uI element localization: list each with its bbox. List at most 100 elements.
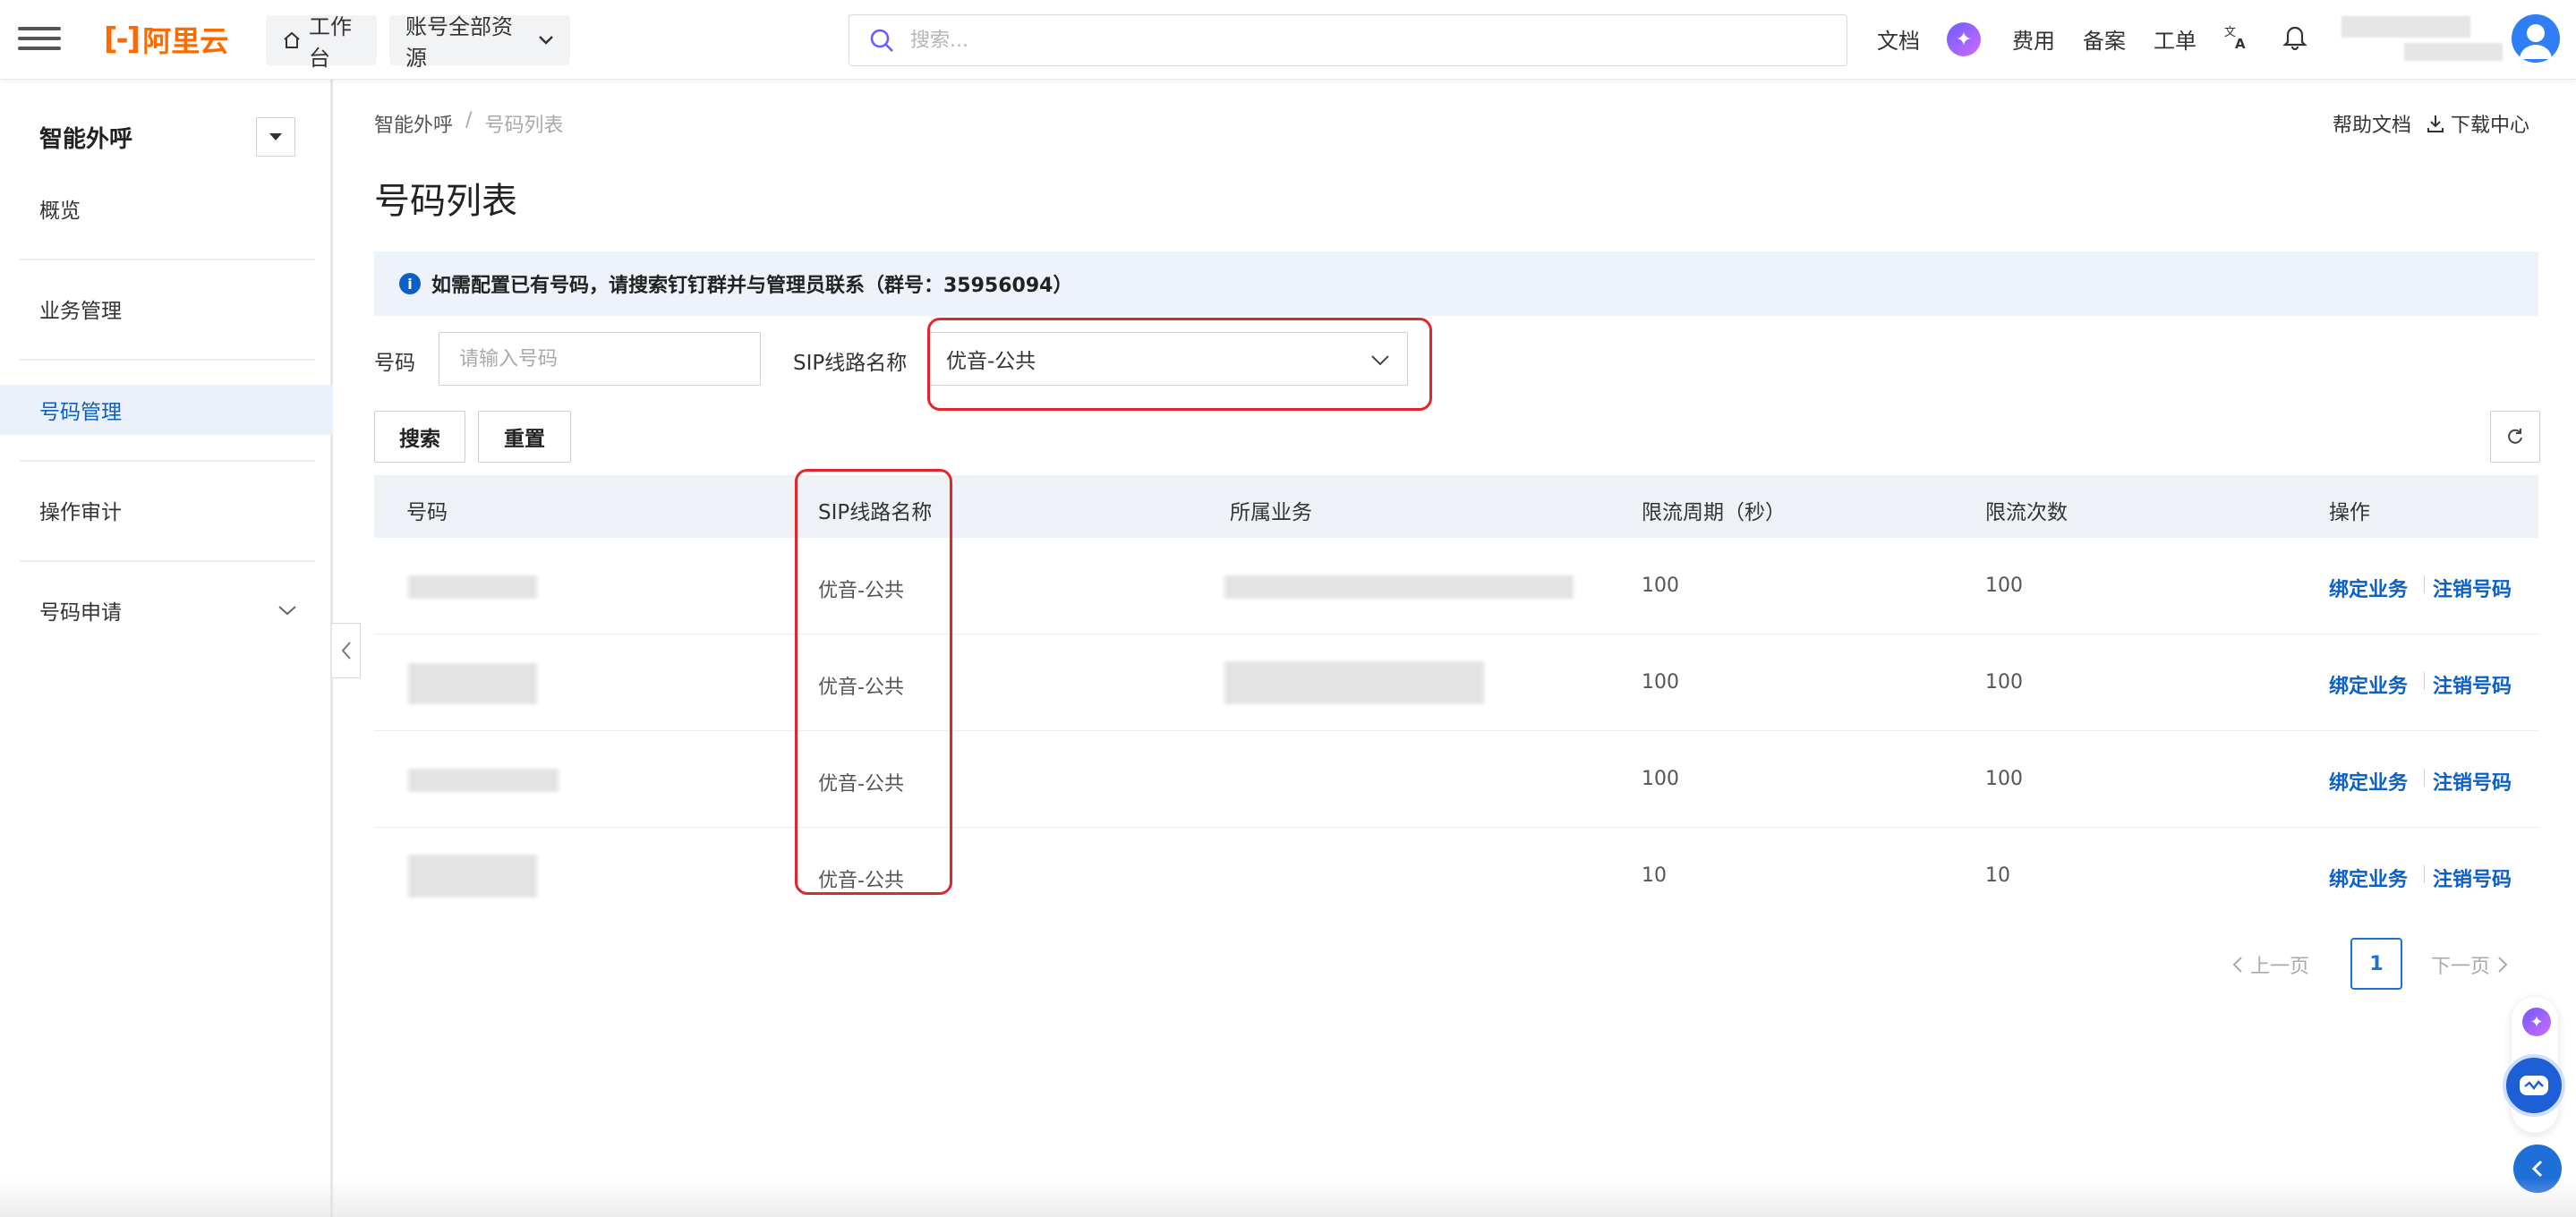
- bell-icon[interactable]: [2282, 23, 2307, 50]
- home-icon: [282, 30, 302, 50]
- rate-period-cell: 100: [1642, 768, 1679, 790]
- chevron-left-icon: [2530, 1158, 2545, 1179]
- deregister-number-link[interactable]: 注销号码: [2433, 864, 2512, 892]
- chevron-right-icon: [2497, 956, 2508, 974]
- rate-count-cell: 100: [1985, 768, 2023, 790]
- deregister-number-link[interactable]: 注销号码: [2433, 767, 2512, 796]
- info-icon: i: [399, 273, 421, 294]
- table-row: 优音-公共 100 100 绑定业务 注销号码: [374, 634, 2538, 731]
- sip-cell: 优音-公共: [818, 677, 904, 699]
- ai-assistant-icon[interactable]: ✦: [2522, 1008, 2551, 1036]
- search-icon: [869, 28, 894, 53]
- number-cell-blurred: [408, 855, 537, 898]
- download-center-link[interactable]: 下载中心: [2426, 109, 2529, 138]
- chevron-down-icon: [1369, 349, 1391, 370]
- sidebar-item-overview[interactable]: 概览: [0, 183, 333, 234]
- table-row: 优音-公共 100 100 绑定业务 注销号码: [374, 538, 2538, 634]
- breadcrumb: 智能外呼 / 号码列表: [374, 109, 563, 138]
- sidebar: 智能外呼 概览 业务管理 号码管理 操作审计 号码申请: [0, 80, 333, 1217]
- action-separator: [2424, 865, 2425, 883]
- aliyun-logo[interactable]: [-] 阿里云: [104, 20, 228, 59]
- sip-line-selected-value: 优音-公共: [946, 350, 1036, 373]
- docs-link[interactable]: 文档: [1877, 23, 1920, 55]
- action-separator: [2424, 769, 2425, 787]
- breadcrumb-separator: /: [465, 109, 473, 132]
- icp-link[interactable]: 备案: [2083, 23, 2126, 55]
- svg-text:A: A: [2235, 36, 2246, 50]
- global-search[interactable]: [849, 14, 1847, 66]
- ticket-link[interactable]: 工单: [2154, 23, 2196, 55]
- bind-business-link[interactable]: 绑定业务: [2329, 574, 2408, 602]
- search-button[interactable]: 搜索: [374, 411, 465, 463]
- rate-count-cell: 100: [1985, 671, 2023, 694]
- number-filter-input[interactable]: [439, 332, 761, 386]
- sidebar-item-business-management[interactable]: 业务管理: [0, 284, 333, 334]
- sidebar-item-number-management[interactable]: 号码管理: [0, 385, 333, 435]
- product-switch-dropdown[interactable]: [256, 117, 295, 157]
- sidebar-item-label: 操作审计: [39, 501, 122, 524]
- number-cell-blurred: [408, 663, 537, 704]
- sidebar-item-operation-audit[interactable]: 操作审计: [0, 485, 333, 535]
- sidebar-item-number-application[interactable]: 号码申请: [0, 585, 333, 635]
- bottom-shadow: [0, 1178, 2576, 1217]
- account-scope-dropdown[interactable]: 账号全部资源: [389, 14, 570, 71]
- search-input[interactable]: [910, 29, 1716, 52]
- back-to-top-button[interactable]: [2513, 1145, 2562, 1193]
- reset-button[interactable]: 重置: [478, 411, 571, 463]
- sip-line-select[interactable]: 优音-公共: [927, 332, 1408, 386]
- next-page-button[interactable]: 下一页: [2431, 950, 2508, 979]
- sip-filter-label: SIP线路名称: [793, 352, 908, 375]
- prev-page-button[interactable]: 上一页: [2232, 950, 2309, 979]
- column-header-actions: 操作: [2329, 501, 2370, 524]
- sip-cell: 优音-公共: [818, 773, 904, 796]
- workbench-button[interactable]: 工作台: [266, 14, 377, 71]
- rate-period-cell: 10: [1642, 864, 1667, 887]
- bind-business-link[interactable]: 绑定业务: [2329, 670, 2408, 699]
- page-number-current[interactable]: 1: [2350, 938, 2402, 990]
- bind-business-link[interactable]: 绑定业务: [2329, 864, 2408, 892]
- avatar[interactable]: [2512, 14, 2560, 63]
- sidebar-collapse-button[interactable]: [332, 623, 361, 678]
- next-page-label: 下一页: [2431, 956, 2491, 978]
- sidebar-divider: [20, 460, 315, 462]
- billing-link[interactable]: 费用: [2012, 23, 2055, 55]
- deregister-number-link[interactable]: 注销号码: [2433, 574, 2512, 602]
- column-header-number: 号码: [406, 501, 448, 524]
- sidebar-item-label: 号码管理: [39, 401, 122, 424]
- chevron-down-icon: [538, 35, 554, 46]
- robot-assistant-icon[interactable]: [2503, 1054, 2565, 1117]
- action-separator: [2424, 575, 2425, 593]
- account-id-blurred: [2404, 43, 2503, 61]
- hamburger-menu-icon[interactable]: [18, 21, 61, 57]
- account-scope-label: 账号全部资源: [405, 14, 513, 71]
- breadcrumb-root[interactable]: 智能外呼: [374, 109, 453, 138]
- sidebar-item-label: 业务管理: [39, 300, 122, 323]
- business-cell-blurred: [1224, 661, 1484, 704]
- deregister-number-link[interactable]: 注销号码: [2433, 670, 2512, 699]
- refresh-button[interactable]: [2490, 411, 2540, 463]
- action-separator: [2424, 672, 2425, 690]
- caret-down-icon: [269, 132, 283, 141]
- number-cell-blurred: [408, 575, 537, 599]
- sparkle-icon[interactable]: ✦: [1947, 22, 1981, 56]
- translate-icon[interactable]: 文A: [2223, 23, 2250, 50]
- help-docs-link[interactable]: 帮助文档: [2333, 109, 2411, 138]
- logo-text: 阿里云: [142, 24, 229, 58]
- notice-text: 如需配置已有号码，请搜索钉钉群并与管理员联系（群号：35956094）: [431, 275, 1073, 297]
- column-header-rate-count: 限流次数: [1985, 501, 2068, 524]
- sip-cell: 优音-公共: [818, 580, 904, 602]
- breadcrumb-current: 号码列表: [484, 115, 564, 137]
- chevron-left-icon: [2232, 956, 2243, 974]
- sidebar-divider: [20, 560, 315, 562]
- download-center-label: 下载中心: [2451, 115, 2530, 137]
- number-cell-blurred: [408, 769, 559, 792]
- account-name-blurred: [2341, 16, 2470, 38]
- column-header-rate-period: 限流周期（秒）: [1642, 501, 1786, 524]
- table-row: 优音-公共 100 100 绑定业务 注销号码: [374, 731, 2538, 828]
- chevron-down-icon: [277, 604, 297, 617]
- refresh-icon: [2505, 427, 2525, 447]
- rate-count-cell: 10: [1985, 864, 2010, 887]
- bind-business-link[interactable]: 绑定业务: [2329, 767, 2408, 796]
- rate-count-cell: 100: [1985, 574, 2023, 597]
- top-bar: [-] 阿里云 工作台 账号全部资源 文档 ✦ 费用 备案 工单 文A: [0, 0, 2576, 80]
